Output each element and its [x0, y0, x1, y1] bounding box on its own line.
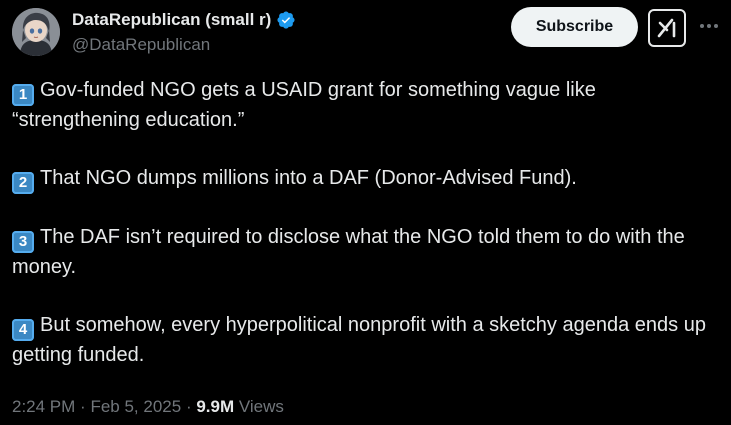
post-paragraph-text: Gov-funded NGO gets a USAID grant for so…	[12, 79, 596, 131]
keycap-4-icon: 4	[12, 319, 34, 341]
post-paragraph: 4 But somehow, every hyperpolitical nonpr…	[12, 311, 722, 370]
meta-separator: ·	[80, 397, 86, 416]
author-handle[interactable]: @DataRepublican	[72, 35, 210, 55]
anime-avatar-icon	[12, 8, 60, 56]
author-name-row: DataRepublican (small r)	[72, 10, 296, 30]
keycap-2-icon: 2	[12, 172, 34, 194]
post: DataRepublican (small r) @DataRepublican…	[0, 0, 731, 425]
author-display-name[interactable]: DataRepublican (small r)	[72, 10, 271, 30]
post-paragraph: 3 The DAF isn’t required to disclose what…	[12, 223, 722, 282]
verified-badge-icon[interactable]	[276, 10, 296, 30]
post-paragraph-text: That NGO dumps millions into a DAF (Dono…	[40, 167, 577, 189]
grok-icon	[657, 18, 676, 38]
post-paragraph-text: But somehow, every hyperpolitical nonpro…	[12, 314, 706, 366]
views-label: Views	[238, 397, 284, 416]
post-paragraph-text: The DAF isn’t required to disclose what …	[12, 226, 685, 278]
subscribe-button[interactable]: Subscribe	[511, 7, 638, 47]
views-count[interactable]: 9.9M	[196, 397, 234, 416]
grok-button[interactable]	[648, 9, 686, 47]
keycap-3-icon: 3	[12, 231, 34, 253]
meta-separator: ·	[185, 397, 192, 416]
post-time[interactable]: 2:24 PM	[12, 397, 75, 416]
post-date[interactable]: Feb 5, 2025	[90, 397, 181, 416]
post-paragraph: 2 That NGO dumps millions into a DAF (Don…	[12, 164, 722, 194]
post-body: 1 Gov-funded NGO gets a USAID grant for s…	[12, 76, 722, 370]
more-options-button[interactable]	[697, 14, 721, 38]
more-horizontal-icon	[700, 24, 718, 28]
avatar[interactable]	[12, 8, 60, 56]
keycap-1-icon: 1	[12, 84, 34, 106]
post-paragraph: 1 Gov-funded NGO gets a USAID grant for s…	[12, 76, 722, 135]
post-meta: 2:24 PM · Feb 5, 2025 · 9.9M Views	[12, 397, 284, 417]
